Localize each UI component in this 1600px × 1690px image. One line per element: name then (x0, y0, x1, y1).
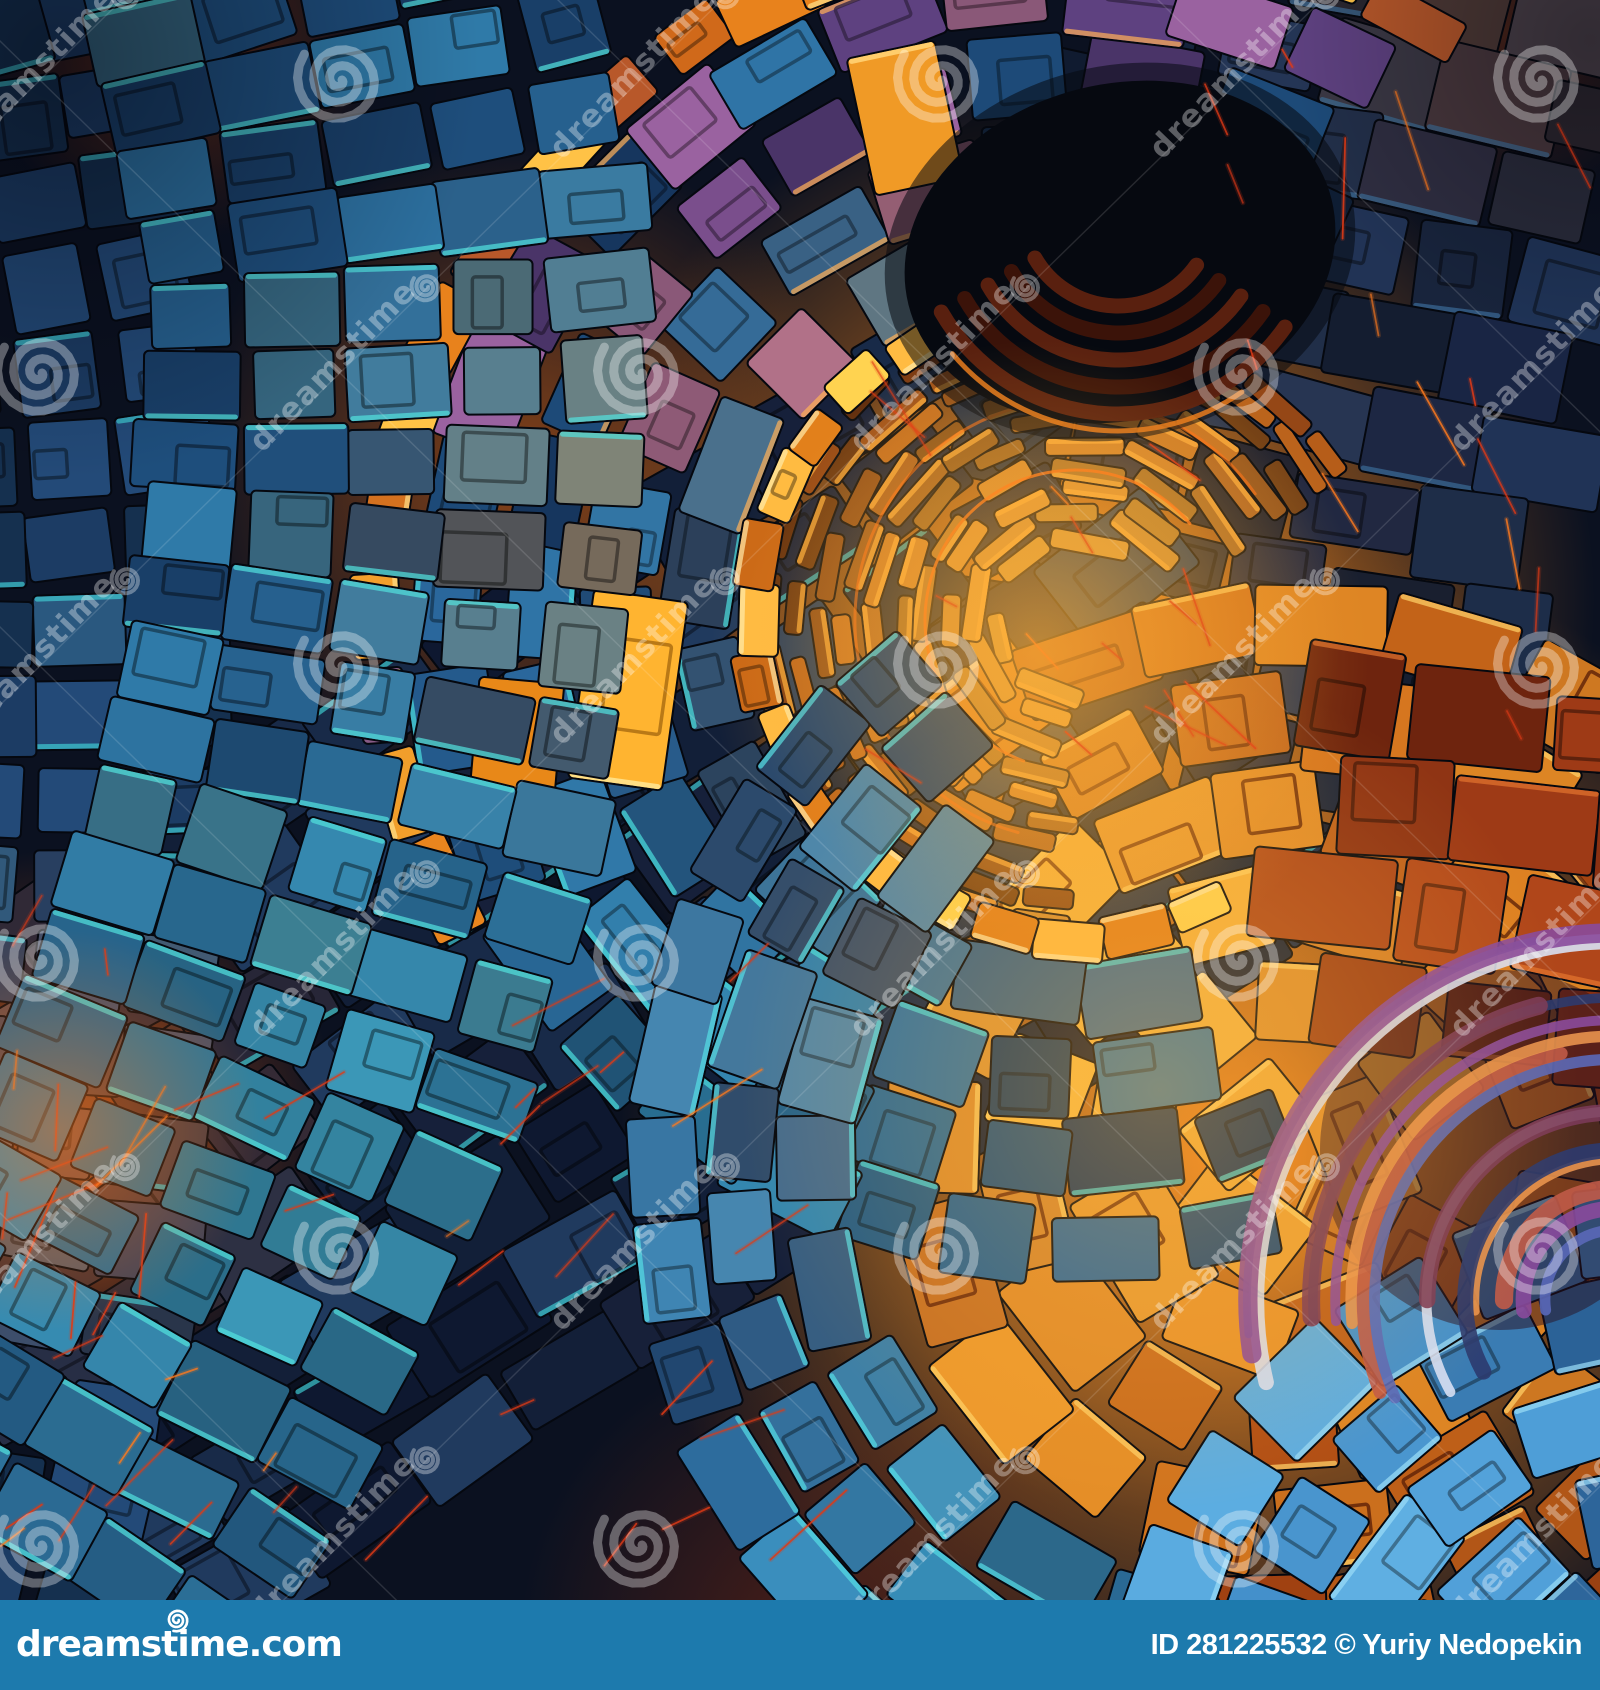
footer-bar: dreamstime.com ID 281225532 © Yuriy Nedo… (0, 1600, 1600, 1690)
svg-text:dreamstime: dreamstime (242, 273, 423, 459)
watermark-overlay: dreamstime dreamstime dreamstime dreamstime… (0, 0, 1600, 1600)
svg-text:dreamstime: dreamstime (0, 0, 124, 166)
dreamstime-spiral-icon (167, 1609, 189, 1633)
svg-text:dreamstime: dreamstime (0, 566, 124, 752)
svg-text:dreamstime: dreamstime (542, 566, 723, 752)
stock-image: dreamstime dreamstime dreamstime dreamstime… (0, 0, 1600, 1600)
svg-text:dreamstime: dreamstime (242, 1445, 423, 1600)
svg-text:dreamstime: dreamstime (242, 859, 423, 1045)
dreamstime-logo: dreamstime.com (16, 1609, 343, 1663)
svg-text:dreamstime: dreamstime (1142, 0, 1323, 166)
svg-text:dreamstime: dreamstime (842, 859, 1023, 1045)
svg-text:dreamstime: dreamstime (1142, 566, 1323, 752)
stock-photo-page: dreamstime dreamstime dreamstime dreamstime… (0, 0, 1600, 1690)
image-credit: ID 281225532 © Yuriy Nedopekin (1150, 1628, 1583, 1661)
svg-text:dreamstime: dreamstime (1442, 1445, 1600, 1600)
svg-text:dreamstime: dreamstime (542, 1152, 723, 1338)
svg-text:dreamstime: dreamstime (842, 273, 1023, 459)
svg-text:dreamstime: dreamstime (1142, 1152, 1323, 1338)
svg-text:dreamstime: dreamstime (0, 1152, 124, 1338)
svg-text:dreamstime: dreamstime (542, 0, 723, 166)
svg-text:dreamstime: dreamstime (842, 1445, 1023, 1600)
